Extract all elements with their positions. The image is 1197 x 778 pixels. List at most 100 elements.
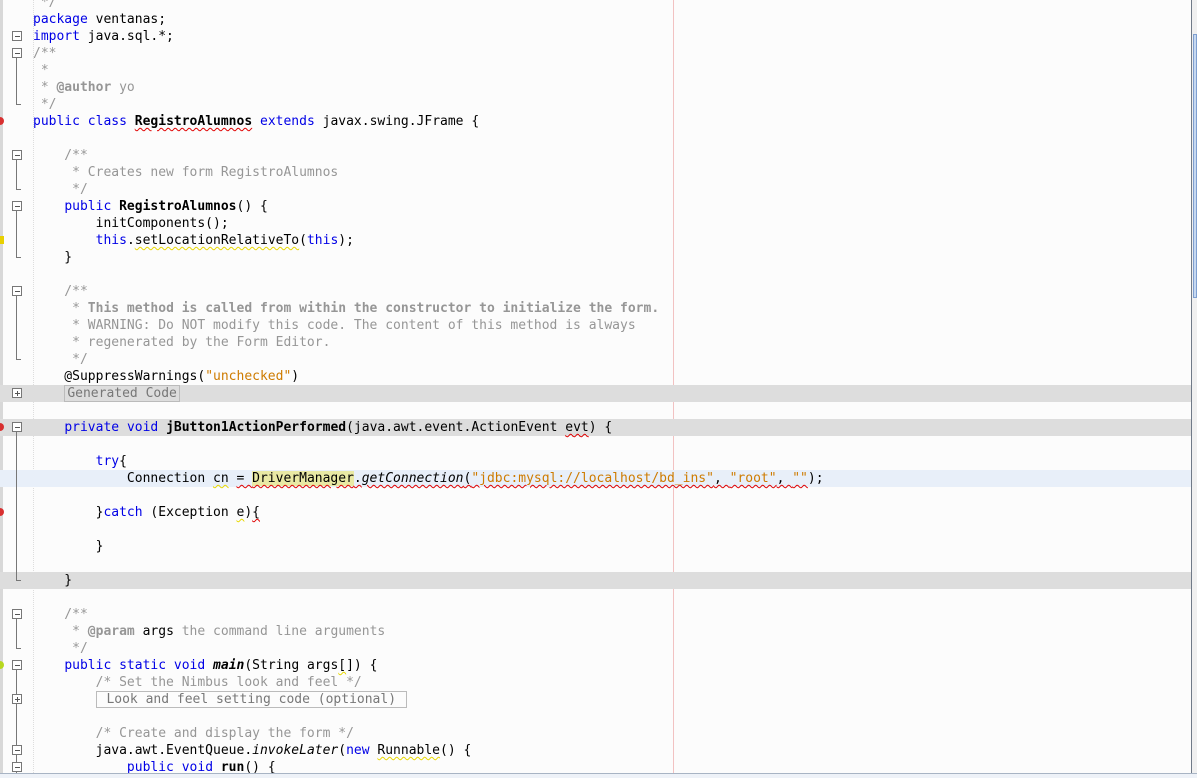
ok-annotation-icon[interactable]	[0, 661, 4, 669]
code-text: }catch (Exception e){	[33, 504, 260, 521]
code-text: public static void main(String args[]) {	[33, 657, 377, 674]
code-line[interactable]: package ventanas;	[0, 11, 1191, 28]
code-text: * regenerated by the Form Editor.	[33, 334, 330, 351]
code-line[interactable]: * WARNING: Do NOT modify this code. The …	[0, 317, 1191, 334]
code-token: void	[126, 420, 159, 435]
code-token: jButton1ActionPerformed	[166, 420, 347, 435]
code-line[interactable]: public static void main(String args[]) {	[0, 657, 1191, 674]
code-line[interactable]: public class RegistroAlumnos extends jav…	[0, 113, 1191, 130]
code-token: }	[33, 573, 73, 588]
code-line[interactable]: Look and feel setting code (optional)	[0, 691, 1191, 708]
warning-annotation-icon[interactable]	[0, 236, 4, 244]
code-line[interactable]: try{	[0, 453, 1191, 470]
fold-collapse-icon[interactable]	[12, 606, 22, 623]
code-token: */	[33, 182, 88, 197]
code-editor[interactable]: */package ventanas; import java.sql.*;/**…	[0, 0, 1191, 776]
code-line[interactable]: /* Create and display the form */	[0, 725, 1191, 742]
code-token: }	[33, 539, 104, 554]
code-line[interactable]: @SuppressWarnings("unchecked")	[0, 368, 1191, 385]
fold-collapse-icon[interactable]	[12, 657, 22, 674]
fold-collapse-icon[interactable]	[12, 198, 22, 215]
code-line[interactable]	[0, 266, 1191, 283]
code-line[interactable]: /**	[0, 283, 1191, 300]
fold-collapse-icon[interactable]	[12, 28, 22, 45]
code-line[interactable]: public RegistroAlumnos() {	[0, 198, 1191, 215]
fold-collapse-icon[interactable]	[12, 147, 22, 164]
fold-guide	[12, 521, 22, 538]
fold-guide	[12, 334, 22, 351]
fold-collapse-icon[interactable]	[12, 742, 22, 759]
code-line[interactable]	[0, 487, 1191, 504]
error-annotation-icon[interactable]	[0, 423, 4, 431]
code-line[interactable]: * @param args the command line arguments	[0, 623, 1191, 640]
code-line[interactable]: * @author yo	[0, 79, 1191, 96]
error-annotation-icon[interactable]	[0, 508, 4, 516]
code-line[interactable]: /* Set the Nimbus look and feel */	[0, 674, 1191, 691]
code-token: /**	[33, 46, 57, 61]
code-line[interactable]: }	[0, 538, 1191, 555]
code-line[interactable]: initComponents();	[0, 215, 1191, 232]
code-line[interactable]	[0, 589, 1191, 606]
code-line[interactable]: */	[0, 0, 1191, 11]
code-token: public	[64, 658, 112, 673]
code-line[interactable]: * This method is called from within the …	[0, 300, 1191, 317]
vertical-scrollbar[interactable]	[1191, 0, 1197, 773]
code-line[interactable]: */	[0, 181, 1191, 198]
code-token: (java.awt.event.ActionEvent	[346, 420, 566, 435]
code-line[interactable]: */	[0, 351, 1191, 368]
code-token: /**	[33, 284, 88, 299]
code-line[interactable]: /**	[0, 45, 1191, 62]
code-token: ,	[713, 471, 730, 486]
code-line[interactable]	[0, 130, 1191, 147]
code-line[interactable]: * regenerated by the Form Editor.	[0, 334, 1191, 351]
code-line[interactable]: java.awt.EventQueue.invokeLater(new Runn…	[0, 742, 1191, 759]
code-line[interactable]: /**	[0, 606, 1191, 623]
code-text: public class RegistroAlumnos extends jav…	[33, 113, 479, 130]
fold-guide	[12, 79, 22, 96]
fold-collapse-icon[interactable]	[12, 419, 22, 436]
fold-expand-icon[interactable]	[12, 691, 22, 708]
fold-collapse-icon[interactable]	[12, 45, 22, 62]
code-line[interactable]	[0, 708, 1191, 725]
scrollbar-thumb[interactable]	[1193, 34, 1197, 298]
code-line[interactable]: this.setLocationRelativeTo(this);	[0, 232, 1191, 249]
current-line[interactable]: Connection cn = DriverManager.getConnect…	[0, 470, 1191, 487]
code-line[interactable]: }	[0, 249, 1191, 266]
code-line[interactable]: }	[0, 572, 1191, 589]
code-token: setLocationRelativeTo	[134, 233, 300, 248]
horizontal-scrollbar[interactable]	[0, 773, 1197, 778]
fold-expand-icon[interactable]	[12, 385, 22, 402]
folded-code-block[interactable]: Generated Code	[64, 385, 180, 402]
code-line[interactable]: /**	[0, 147, 1191, 164]
fold-guide	[12, 96, 22, 113]
code-line[interactable]: }catch (Exception e){	[0, 504, 1191, 521]
code-line[interactable]	[0, 555, 1191, 572]
code-token: "root"	[729, 471, 777, 486]
code-text: /**	[33, 147, 88, 164]
code-token: the command line arguments	[173, 624, 386, 639]
code-line[interactable]	[0, 402, 1191, 419]
code-line[interactable]: */	[0, 640, 1191, 657]
code-line[interactable]: * Creates new form RegistroAlumnos	[0, 164, 1191, 181]
folded-code-block[interactable]: Look and feel setting code (optional)	[95, 691, 407, 708]
fold-collapse-icon[interactable]	[12, 283, 22, 300]
code-token: =	[236, 471, 253, 486]
fold-guide	[12, 300, 22, 317]
code-token: *	[33, 624, 88, 639]
code-token: }	[33, 505, 104, 520]
code-line[interactable]: import java.sql.*;	[0, 28, 1191, 45]
error-annotation-icon[interactable]	[0, 117, 4, 125]
code-line[interactable]: private void jButton1ActionPerformed(jav…	[0, 419, 1191, 436]
fold-guide	[12, 351, 22, 368]
code-line[interactable]: Generated Code	[0, 385, 1191, 402]
code-line[interactable]: */	[0, 96, 1191, 113]
code-line[interactable]	[0, 436, 1191, 453]
code-line[interactable]	[0, 521, 1191, 538]
code-line[interactable]: *	[0, 62, 1191, 79]
code-text: /* Create and display the form */	[33, 725, 354, 742]
code-text: * @param args the command line arguments	[33, 623, 385, 640]
